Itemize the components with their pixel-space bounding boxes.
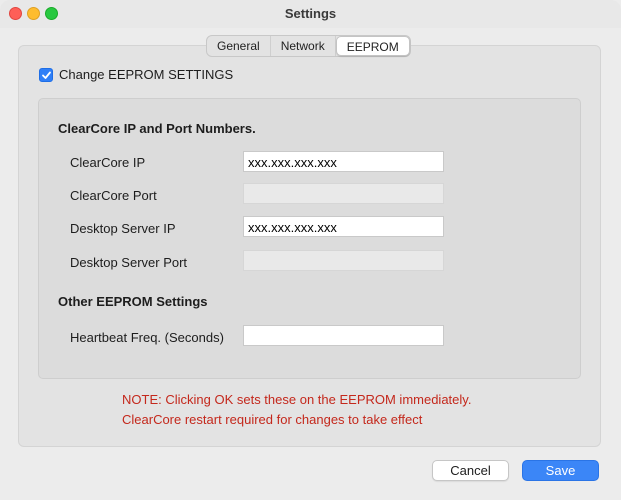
change-eeprom-settings-label: Change EEPROM SETTINGS — [59, 67, 234, 82]
checkmark-icon — [42, 71, 51, 79]
desktop-server-ip-input[interactable]: xxx.xxx.xxx.xxx — [243, 216, 444, 237]
save-button[interactable]: Save — [522, 460, 599, 481]
note-line-2: ClearCore restart required for changes t… — [122, 412, 423, 427]
clearcore-ip-label: ClearCore IP — [70, 155, 146, 170]
clearcore-ip-input[interactable]: xxx.xxx.xxx.xxx — [243, 151, 444, 172]
section-title-ip-ports: ClearCore IP and Port Numbers. — [58, 121, 256, 136]
tab-general[interactable]: General — [207, 36, 271, 56]
title-bar: Settings — [0, 0, 621, 28]
desktop-server-port-input[interactable] — [243, 250, 444, 271]
cancel-button[interactable]: Cancel — [432, 460, 509, 481]
tab-bar: General Network EEPROM — [206, 35, 411, 57]
heartbeat-freq-label: Heartbeat Freq. (Seconds) — [70, 330, 224, 345]
window-title: Settings — [284, 6, 337, 21]
change-eeprom-settings-row[interactable]: Change EEPROM SETTINGS — [39, 67, 233, 82]
change-eeprom-settings-checkbox[interactable] — [39, 67, 53, 82]
tab-network[interactable]: Network — [271, 36, 336, 56]
desktop-server-port-label: Desktop Server Port — [70, 255, 188, 270]
section-title-other: Other EEPROM Settings — [58, 294, 208, 309]
heartbeat-freq-input[interactable] — [243, 325, 444, 346]
desktop-server-ip-label: Desktop Server IP — [70, 221, 176, 236]
note-line-1: NOTE: Clicking OK sets these on the EEPR… — [122, 392, 472, 407]
clearcore-port-label: ClearCore Port — [70, 188, 157, 203]
settings-window: Settings General Network EEPROM Change E… — [0, 0, 621, 500]
tab-eeprom[interactable]: EEPROM — [335, 36, 410, 56]
clearcore-port-input[interactable] — [243, 183, 444, 204]
